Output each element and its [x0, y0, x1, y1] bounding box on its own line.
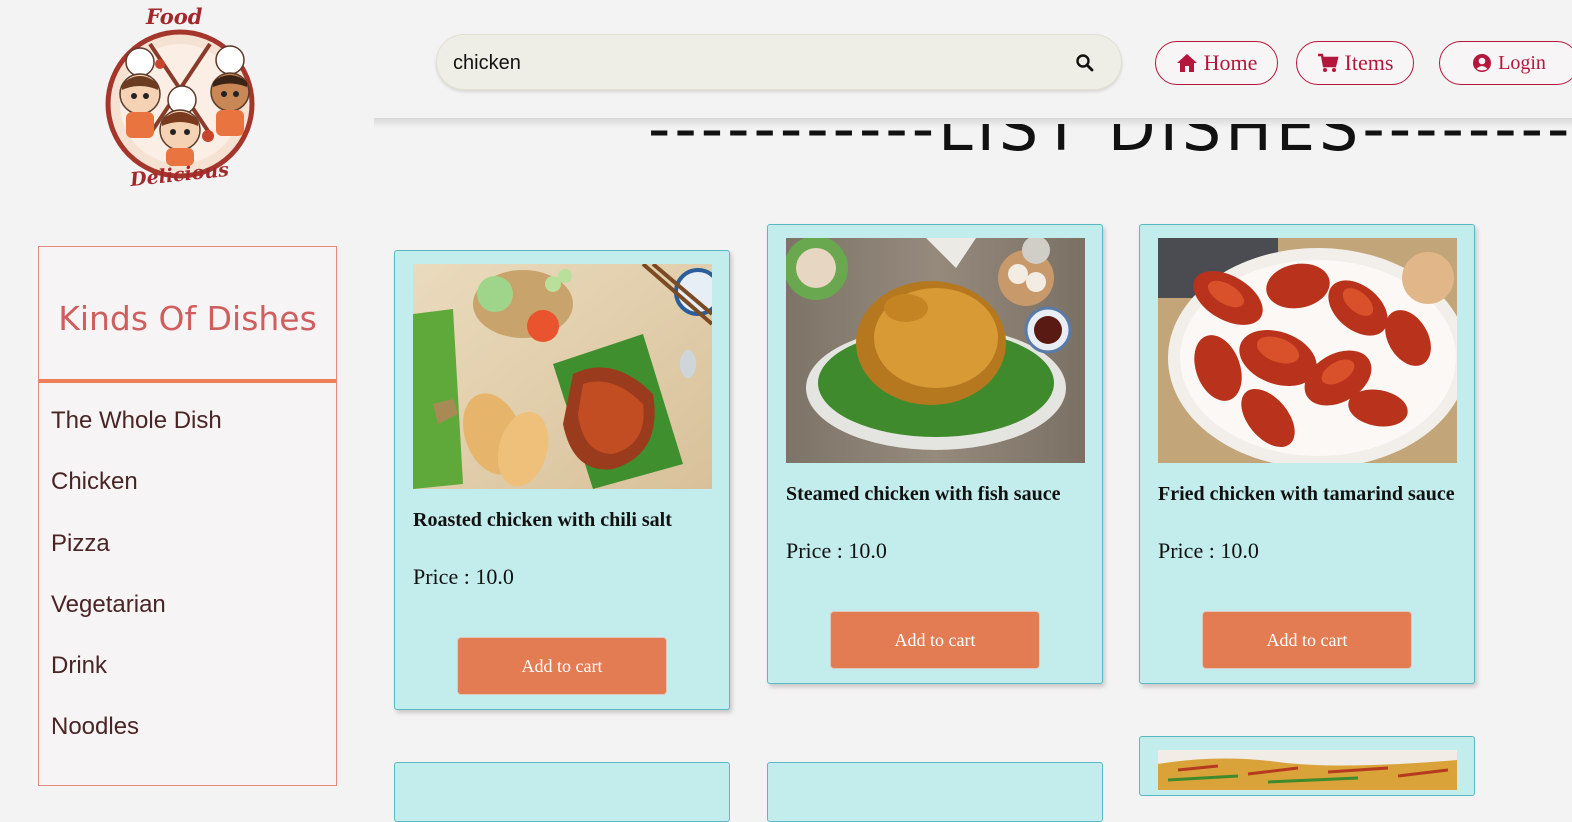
dish-card [1139, 736, 1475, 796]
dish-price: Price : 10.0 [1158, 538, 1259, 563]
dish-name: Fried chicken with tamarind sauce [1158, 483, 1455, 505]
sidebar-item-the-whole-dish[interactable]: The Whole Dish [51, 407, 222, 435]
nav-login-label: Login [1498, 51, 1546, 74]
list-dishes-heading: -----------LIST DISHES----------- [648, 96, 1572, 162]
dish-card [767, 762, 1103, 822]
nav-login-button[interactable]: Login [1439, 41, 1572, 85]
sidebar-item-noodles[interactable]: Noodles [51, 713, 139, 741]
nav-items-label: Items [1344, 50, 1394, 75]
nav-home-label: Home [1203, 50, 1258, 75]
site-logo[interactable]: Food Delicious [100, 4, 262, 194]
add-to-cart-button[interactable]: Add to cart [1202, 611, 1412, 669]
dish-price: Price : 10.0 [786, 538, 887, 563]
search-input[interactable] [451, 35, 1055, 91]
user-circle-icon [1472, 53, 1492, 73]
search-bar [436, 34, 1122, 91]
dish-image[interactable] [786, 238, 1085, 463]
dish-image[interactable] [1158, 750, 1457, 790]
nav-home-button[interactable]: Home [1155, 41, 1278, 85]
sidebar-item-chicken[interactable]: Chicken [51, 468, 138, 496]
nav-items-button[interactable]: Items [1296, 41, 1414, 85]
add-to-cart-button[interactable]: Add to cart [830, 611, 1040, 669]
dish-image[interactable] [413, 264, 712, 489]
dish-name: Roasted chicken with chili salt [413, 509, 672, 531]
sidebar-item-vegetarian[interactable]: Vegetarian [51, 591, 166, 619]
dish-name: Steamed chicken with fish sauce [786, 483, 1061, 505]
dish-card: Fried chicken with tamarind sauce Price … [1139, 224, 1475, 684]
dish-price: Price : 10.0 [413, 564, 514, 589]
category-sidebar: Kinds Of Dishes The Whole Dish Chicken P… [38, 246, 337, 786]
logo-top-text: Food [146, 4, 203, 29]
sidebar-item-pizza[interactable]: Pizza [51, 530, 110, 558]
dish-card: Roasted chicken with chili salt Price : … [394, 250, 730, 710]
sidebar-divider [39, 379, 336, 383]
cart-icon [1317, 53, 1339, 73]
dish-card: Steamed chicken with fish sauce Price : … [767, 224, 1103, 684]
sidebar-title: Kinds Of Dishes [58, 299, 317, 338]
dish-image[interactable] [1158, 238, 1457, 463]
sidebar-item-drink[interactable]: Drink [51, 652, 107, 680]
search-icon[interactable] [1075, 53, 1095, 73]
dish-card [394, 762, 730, 822]
add-to-cart-button[interactable]: Add to cart [457, 637, 667, 695]
home-icon [1176, 53, 1198, 73]
